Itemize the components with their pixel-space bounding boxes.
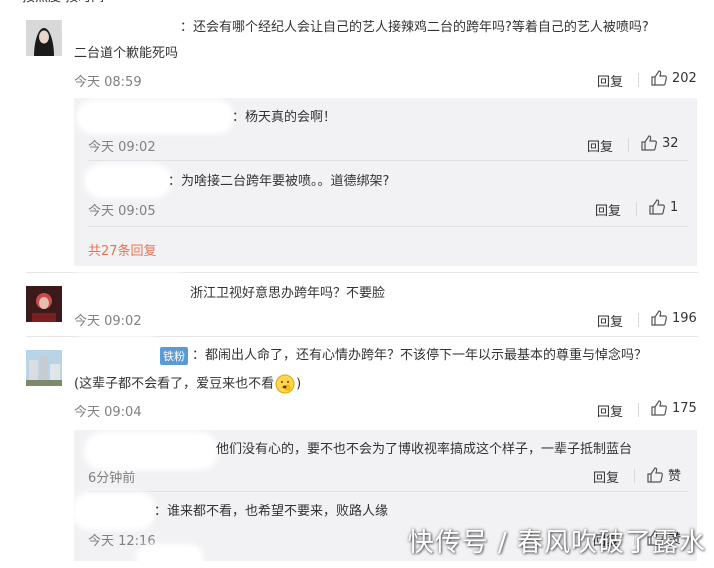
comment-time: 今天 09:02 xyxy=(74,314,142,329)
more-replies-link[interactable]: 共27条回复 xyxy=(88,240,157,259)
comment-text: 浙江卫视好意思办跨年吗？不要脸 xyxy=(190,286,386,301)
reply-text: ：谁来都不看，也希望不要来，败路人缘 xyxy=(154,504,389,519)
reply-time: 今天 09:05 xyxy=(88,204,156,219)
thumbs-up-icon xyxy=(651,310,667,326)
reply-time: 今天 09:02 xyxy=(88,140,156,155)
comment-text: 二台道个歉能死吗 xyxy=(74,46,179,61)
like-count: 32 xyxy=(662,135,679,151)
like-button[interactable]: 1 xyxy=(648,198,678,216)
like-count: 175 xyxy=(672,400,697,416)
reply-button[interactable]: 回复 xyxy=(597,401,623,420)
emoji-icon xyxy=(275,374,295,394)
reply-time: 6分钟前 xyxy=(88,471,136,486)
reply-time: 今天 12:16 xyxy=(88,534,156,549)
reply-button[interactable]: 回复 xyxy=(595,200,621,219)
like-button[interactable]: 175 xyxy=(650,399,697,417)
comment-text: ：都闹出人命了，还有心情办跨年？不该停下一年以示最基本的尊重与悼念吗？ xyxy=(192,348,648,363)
comment-time: 今天 08:59 xyxy=(74,75,142,90)
like-button[interactable]: 赞 xyxy=(646,465,681,484)
thumbs-up-icon xyxy=(641,135,657,151)
like-button[interactable]: 32 xyxy=(640,134,679,152)
comment-time: 今天 09:04 xyxy=(74,405,142,420)
like-button[interactable]: 202 xyxy=(650,69,697,87)
watermark: 快传号 / 春风吹破了露水 xyxy=(407,528,706,558)
reply-button[interactable]: 回复 xyxy=(597,311,623,330)
thumbs-up-icon xyxy=(647,466,663,483)
like-count: 赞 xyxy=(668,469,682,484)
reply-button[interactable]: 回复 xyxy=(597,71,623,90)
thumbs-up-icon xyxy=(651,70,667,86)
avatar[interactable] xyxy=(26,286,62,322)
like-count: 1 xyxy=(670,199,679,215)
thumbs-up-icon xyxy=(649,199,665,215)
thumbs-up-icon xyxy=(651,400,667,416)
avatar[interactable] xyxy=(26,350,62,386)
comment-text: ：还会有哪个经纪人会让自己的艺人接辣鸡二台的跨年吗?等着自己的艺人被喷吗? xyxy=(180,20,649,35)
avatar[interactable] xyxy=(26,20,62,56)
like-count: 196 xyxy=(672,310,697,326)
reply-button[interactable]: 回复 xyxy=(593,467,619,486)
reply-button[interactable]: 回复 xyxy=(587,136,613,155)
sort-tabs[interactable]: 按热度 按时间 xyxy=(22,0,104,8)
reply-text: ：杨天真的会啊！ xyxy=(232,110,337,125)
fan-badge: 铁粉 xyxy=(160,347,188,365)
like-button[interactable]: 196 xyxy=(650,309,697,327)
like-count: 202 xyxy=(672,70,697,86)
reply-text: 他们没有心的，要不也不会为了博收视率搞成这个样子，一辈子抵制蓝台 xyxy=(216,442,633,457)
comment-text: (这辈子都不会看了，爱豆来也不看 ) xyxy=(74,374,301,395)
reply-text: ：为啥接二台跨年要被喷。。道德绑架? xyxy=(168,174,390,189)
